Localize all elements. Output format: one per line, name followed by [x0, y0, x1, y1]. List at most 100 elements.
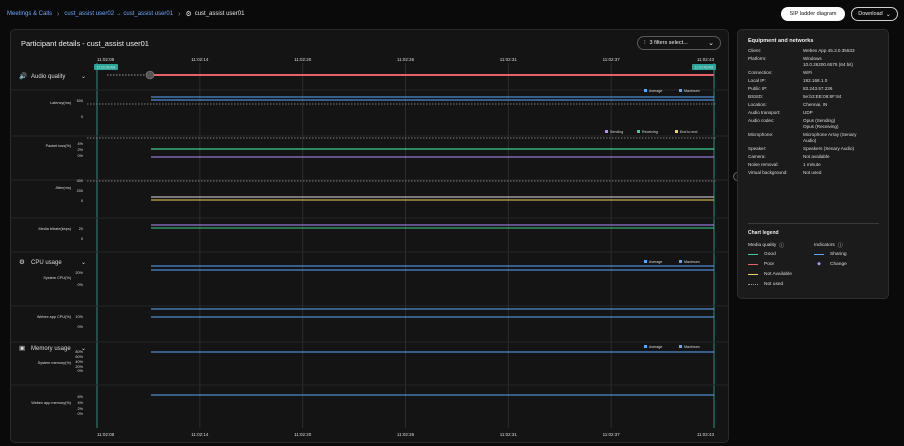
equipment-key: Speaker:	[748, 146, 767, 151]
time-tick-bottom: 11:02:26	[397, 432, 415, 437]
equipment-row: Client: Webex App 45.3.0.35533	[748, 48, 883, 54]
y-tick: 500	[77, 99, 83, 103]
legend-swatch-direction	[637, 130, 640, 133]
sip-ladder-diagram-button[interactable]: SIP ladder diagram	[781, 7, 845, 21]
chevron-down-icon: ⌄	[81, 260, 86, 266]
legend-average: Average	[649, 260, 662, 264]
breadcrumb-separator: ›	[178, 10, 181, 18]
equipment-row: Noise removal: 1 minute	[748, 162, 883, 168]
equipment-row: Public IP: 83.243.57.236	[748, 86, 883, 92]
info-icon[interactable]: ⓘ	[779, 242, 784, 249]
equipment-row: Local IP: 192.168.1.0	[748, 78, 883, 84]
metric-label: System CPU(%)	[43, 276, 71, 280]
timeline-chart: 11:02:08 11:02:08 11:02:14 11:02:14 11:02:20…	[11, 57, 728, 437]
equipment-row: Microphone: Microphone Array (Senary Audio…	[748, 132, 883, 144]
legend-average: Average	[649, 89, 662, 93]
equipment-value: Opus (Sending) Opus (Receiving)	[803, 118, 839, 129]
time-tick-top: 11:02:31	[500, 57, 518, 62]
legend-swatch-maximum	[679, 89, 682, 92]
legend-item: Not used	[748, 279, 792, 289]
media-quality-legend: Media quality ⓘ Good Poor Not Available Not…	[748, 241, 792, 289]
breadcrumb-current: ⚙ cust_assist user01	[185, 10, 244, 18]
time-tick-bottom: 11:02:08	[97, 432, 115, 437]
metric-label: Media bitrate(kbps)	[39, 227, 72, 231]
time-tick-top: 11:02:08	[97, 57, 115, 62]
equipment-row: Audio transport: UDP	[748, 110, 883, 116]
time-tick-bottom: 11:02:20	[294, 432, 312, 437]
legend-label: Change	[830, 261, 847, 267]
equipment-value: Chennai, IN	[803, 102, 828, 107]
breadcrumb: Meetings & Calls › cust_assist user02 → …	[7, 10, 244, 19]
legend-swatch-average	[644, 89, 647, 92]
legend-label: Sharing	[830, 251, 847, 257]
legend-swatch-direction	[675, 130, 678, 133]
equipment-row: Camera: Not available	[748, 154, 883, 160]
equipment-value: WiFi	[803, 70, 813, 75]
equipment-key: Camera:	[748, 154, 766, 159]
download-button[interactable]: Download ⌄	[851, 7, 898, 21]
legend-swatch-average	[644, 345, 647, 348]
legend-maximum: Maximum	[684, 260, 700, 264]
breadcrumb-meetings-link[interactable]: Meetings & Calls	[7, 11, 52, 17]
legend-swatch-maximum	[679, 345, 682, 348]
equipment-row: Speaker: Speakers (Senary Audio)	[748, 146, 883, 152]
equipment-key: Client:	[748, 48, 762, 53]
chevron-down-icon: ⌄	[81, 74, 86, 80]
time-tick-top: 11:02:20	[294, 57, 312, 62]
equipment-key: Microphone:	[748, 132, 774, 137]
y-tick: 0	[81, 237, 83, 241]
y-tick: 20	[79, 227, 83, 231]
equipment-value: Windows 10.0.26200.6575 (64 bit)	[803, 56, 854, 67]
y-tick: 4%	[78, 401, 84, 405]
equipment-value: 192.168.1.0	[803, 78, 828, 83]
equipment-value: 5e:b3:EE:06:8F:84	[803, 94, 842, 99]
y-tick: 60%	[75, 355, 83, 359]
equipment-key: Audio codec:	[748, 118, 775, 123]
section-title: CPU usage	[31, 260, 62, 266]
y-tick: 2%	[78, 407, 84, 411]
legend-average: Average	[649, 345, 662, 349]
equipment-list: Client: Webex App 45.3.0.35533 Platform: Wi…	[748, 48, 883, 178]
legend-swatch-maximum	[679, 260, 682, 263]
equipment-value: Speakers (Senary Audio)	[803, 146, 855, 151]
participant-join-icon	[145, 70, 155, 80]
indicators-title: Indicators	[814, 242, 835, 248]
equipment-row: Location: Chennai, IN	[748, 102, 883, 108]
equipment-key: BSSID:	[748, 94, 764, 99]
equipment-value: UDP	[803, 110, 813, 115]
metric-label: System memory(%)	[38, 361, 72, 365]
legend-label: Not used	[764, 281, 784, 287]
breadcrumb-call-link[interactable]: cust_assist user02 → cust_assist user01	[64, 11, 173, 17]
y-tick: 0	[81, 115, 83, 119]
y-tick: 0%	[78, 325, 84, 329]
equipment-key: Noise removal:	[748, 162, 779, 167]
legend-direction: Sending	[610, 130, 623, 134]
equipment-row: Virtual background: Not used	[748, 170, 883, 176]
y-tick: 0%	[78, 412, 84, 416]
equipment-value: 1 minute	[803, 162, 821, 167]
legend-swatch-direction	[605, 130, 608, 133]
end-time-label: 11:02:43 AM	[695, 66, 714, 70]
start-time-label: 11:02:08 AM	[97, 66, 116, 70]
top-bar: Meetings & Calls › cust_assist user02 → …	[0, 0, 904, 28]
y-tick: 0	[81, 199, 83, 203]
info-icon[interactable]: ⓘ	[838, 242, 843, 249]
time-tick-bottom: 11:02:37	[603, 432, 621, 437]
y-tick: 40%	[75, 360, 83, 364]
equipment-title: Equipment and networks	[748, 38, 814, 44]
legend-swatch: ◆	[817, 261, 821, 267]
section-icon: ⚙	[19, 258, 25, 266]
legend-label: Good	[764, 251, 776, 257]
time-tick-bottom: 11:02:43	[697, 432, 715, 437]
equipment-value: Not used	[803, 170, 822, 175]
legend-swatch	[748, 263, 758, 265]
indicators-legend: Indicators ⓘ Sharing ◆ Change	[814, 241, 847, 269]
legend-maximum: Maximum	[684, 345, 700, 349]
y-tick: 200	[77, 189, 83, 193]
chart-legend-title: Chart legend	[748, 230, 779, 236]
legend-item: Poor	[748, 259, 792, 269]
legend-swatch-average	[644, 260, 647, 263]
equipment-key: Audio transport:	[748, 110, 781, 115]
section-title: Audio quality	[31, 74, 65, 80]
participant-details-panel: Participant details - cust_assist user01…	[10, 29, 729, 443]
